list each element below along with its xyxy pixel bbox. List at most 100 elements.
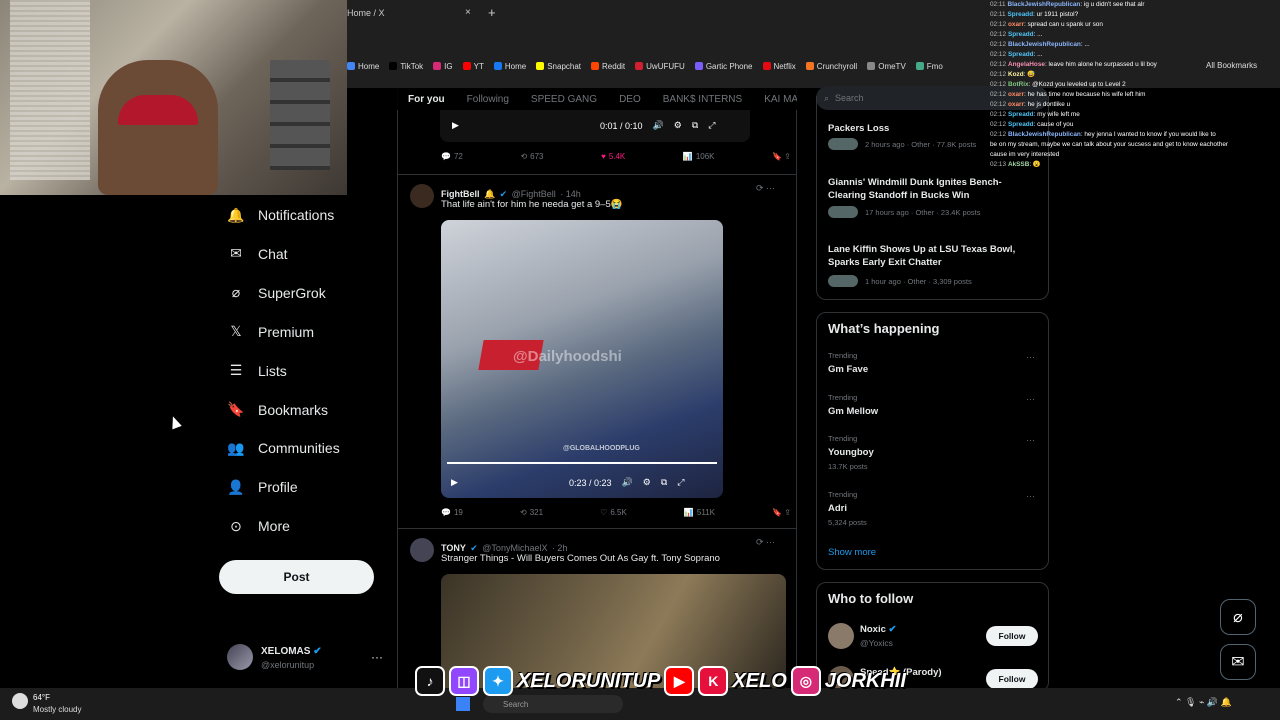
bookmark-item[interactable]: Netflix <box>762 62 796 71</box>
feed-tab[interactable]: KAI MAF <box>764 94 797 105</box>
trend-name[interactable]: Gm Mellow <box>828 406 878 417</box>
chat-username[interactable]: Spreadd <box>1008 51 1034 58</box>
fullscreen-icon[interactable]: ⤢ <box>708 120 715 131</box>
more-icon[interactable]: ··· <box>1026 394 1035 404</box>
bookmark-item[interactable]: Reddit <box>591 62 625 71</box>
weather-icon[interactable] <box>12 693 28 709</box>
chat-username[interactable]: AkSSB <box>1008 161 1029 168</box>
feed-tab[interactable]: Following <box>467 94 509 105</box>
views-button[interactable]: 📊 106K <box>683 152 715 161</box>
weather-desc[interactable]: Mostly cloudy <box>33 705 81 714</box>
suggestion-name[interactable]: Noxic ✔ <box>860 624 896 635</box>
tweet-handle[interactable]: @TonyMichaelX <box>482 543 547 553</box>
video-player[interactable]: ▶ 0:01 / 0:10 🔊 ⚙ ⧉ ⤢ <box>440 110 750 142</box>
chat-username[interactable]: AngelaHose <box>1008 61 1045 68</box>
bookmark-item[interactable]: OmeTV <box>867 62 906 71</box>
more-icon[interactable]: ··· <box>1026 491 1035 501</box>
bookmark-item[interactable]: Snapchat <box>536 62 581 71</box>
chat-username[interactable]: Spreadd <box>1008 121 1034 128</box>
tray-icons[interactable]: ⌃ 🎙 ⌁ 🔊 🔔 <box>1175 697 1232 708</box>
chat-username[interactable]: oxarr <box>1008 101 1024 108</box>
avatar[interactable] <box>828 623 854 649</box>
pip-icon[interactable]: ⧉ <box>692 120 698 131</box>
fullscreen-icon[interactable]: ⤢ <box>677 477 684 488</box>
nav-item-chat[interactable]: ✉ Chat <box>228 245 287 262</box>
bookmark-button[interactable]: 🔖 ⇪ <box>772 152 791 161</box>
grok-icon[interactable]: ⌀ <box>1220 599 1256 635</box>
bookmark-item[interactable]: Gartic Phone <box>694 62 753 71</box>
tweet-time[interactable]: · 14h <box>560 189 581 199</box>
video-progress[interactable] <box>447 462 717 464</box>
chat-username[interactable]: oxarr <box>1008 91 1024 98</box>
play-icon[interactable]: ▶ <box>452 120 459 131</box>
volume-icon[interactable]: 🔊 <box>622 477 633 488</box>
bookmark-item[interactable]: TikTok <box>389 62 423 71</box>
nav-item-notifications[interactable]: 🔔 Notifications <box>227 207 334 224</box>
chat-username[interactable]: Spreadd <box>1008 31 1034 38</box>
account-more-icon[interactable]: ··· <box>371 650 383 664</box>
browser-tab[interactable]: Home / X <box>347 2 477 26</box>
feed-tab[interactable]: For you <box>408 94 445 105</box>
nav-item-supergrok[interactable]: ⌀ SuperGrok <box>228 284 326 301</box>
like-button[interactable]: ♡ 6.5K <box>600 508 627 517</box>
like-button[interactable]: ♥ 5.4K <box>601 152 625 161</box>
feed-tab[interactable]: BANK$ INTERNS <box>663 94 742 105</box>
settings-icon[interactable]: ⚙ <box>674 120 682 131</box>
avatar[interactable] <box>410 538 434 562</box>
tweet-author[interactable]: TONY <box>441 543 466 553</box>
show-more-link[interactable]: Show more <box>828 547 876 558</box>
messages-icon[interactable]: ✉ <box>1220 644 1256 680</box>
tweet-author[interactable]: FightBell <box>441 189 480 199</box>
play-icon[interactable]: ▶ <box>451 477 458 488</box>
more-icon[interactable]: ··· <box>1026 435 1035 445</box>
bookmark-item[interactable]: Home <box>347 62 379 71</box>
chat-username[interactable]: BlackJewishRepublican <box>1008 1 1081 8</box>
bookmark-item[interactable]: Fmo <box>915 62 943 71</box>
tab-close-icon[interactable]: × <box>465 7 471 18</box>
trend-name[interactable]: Youngboy <box>828 447 874 458</box>
new-tab-icon[interactable]: + <box>488 5 496 20</box>
chat-username[interactable]: oxarr <box>1008 21 1024 28</box>
bookmark-item[interactable]: Home <box>493 62 526 71</box>
avatar[interactable] <box>227 644 253 670</box>
feed-tab[interactable]: DEO <box>619 94 641 105</box>
weather-temp[interactable]: 64°F <box>33 693 50 702</box>
post-button[interactable]: Post <box>219 560 374 594</box>
reply-button[interactable]: 💬 19 <box>441 508 463 517</box>
volume-icon[interactable]: 🔊 <box>653 120 664 131</box>
avatar[interactable] <box>410 184 434 208</box>
follow-button[interactable]: Follow <box>986 626 1038 646</box>
nav-item-communities[interactable]: 👥 Communities <box>227 440 339 457</box>
chat-username[interactable]: BotRix <box>1008 81 1029 88</box>
pip-icon[interactable]: ⧉ <box>661 477 667 488</box>
views-button[interactable]: 📊 511K <box>684 508 715 517</box>
chat-username[interactable]: Spreadd <box>1008 11 1034 18</box>
follow-button[interactable]: Follow <box>986 669 1038 689</box>
nav-item-profile[interactable]: 👤 Profile <box>227 479 297 496</box>
tweet-time[interactable]: · 2h <box>552 543 568 553</box>
video-player[interactable]: @Dailyhoodshi @GLOBALHOODPLUG ▶ 0:23 / 0… <box>441 220 723 498</box>
chat-username[interactable]: Spreadd <box>1008 111 1034 118</box>
bookmark-item[interactable]: UwUFUFU <box>635 62 685 71</box>
grok-icon[interactable]: ⟳ ··· <box>756 537 775 548</box>
grok-icon[interactable]: ⟳ ··· <box>756 183 775 194</box>
bookmark-item[interactable]: IG <box>433 62 453 71</box>
trend-name[interactable]: Adri <box>828 503 847 514</box>
chat-username[interactable]: BlackJewishRepublican <box>1008 131 1081 138</box>
more-icon[interactable]: ··· <box>1026 352 1035 362</box>
trend-name[interactable]: Gm Fave <box>828 364 868 375</box>
repost-button[interactable]: ⟲ 673 <box>520 152 543 161</box>
nav-item-premium[interactable]: 𝕏 Premium <box>228 323 314 340</box>
nav-item-bookmarks[interactable]: 🔖 Bookmarks <box>227 401 328 418</box>
reply-button[interactable]: 💬 72 <box>441 152 463 161</box>
bookmark-item[interactable]: YT <box>462 62 484 71</box>
account-name[interactable]: XELOMAS ✔ <box>261 646 322 657</box>
news-title[interactable]: Lane Kiffin Shows Up at LSU Texas Bowl, … <box>828 243 1038 269</box>
nav-item-more[interactable]: ⊙ More <box>228 518 290 535</box>
chat-username[interactable]: BlackJewishRepublican <box>1008 41 1081 48</box>
tweet-handle[interactable]: @FightBell <box>512 189 556 199</box>
repost-button[interactable]: ⟲ 321 <box>520 508 543 517</box>
feed-tab[interactable]: SPEED GANG <box>531 94 597 105</box>
nav-item-lists[interactable]: ☰ Lists <box>228 362 287 379</box>
chat-username[interactable]: Kozd <box>1008 71 1024 78</box>
